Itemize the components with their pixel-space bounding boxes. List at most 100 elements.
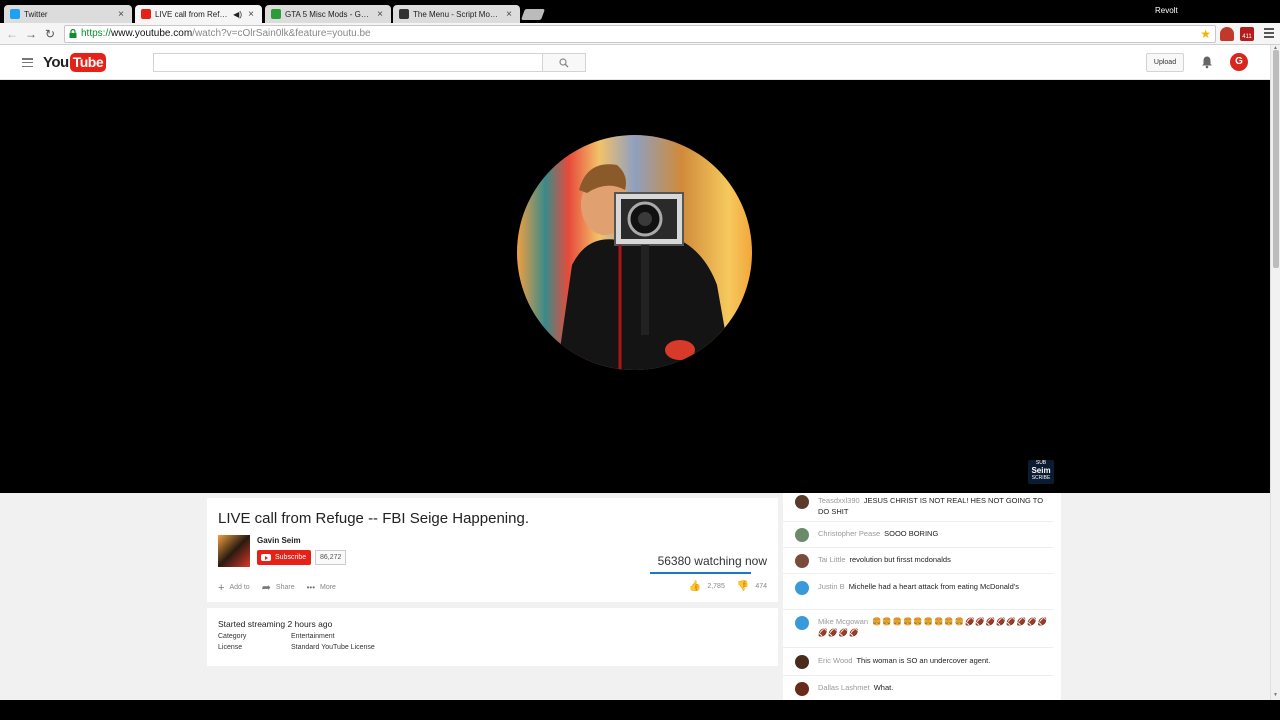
metadata-value[interactable]: Entertainment (291, 633, 335, 640)
chat-message: Eric Wood This woman is SO an undercover … (795, 655, 1055, 669)
tab-gta5mods[interactable]: GTA 5 Misc Mods - GTA5- × (265, 5, 391, 23)
extension-badge-icon[interactable]: 411 (1240, 27, 1254, 41)
chat-avatar[interactable] (795, 581, 809, 595)
scroll-down-icon[interactable]: ▼ (1273, 692, 1278, 698)
youtube-logo[interactable]: You Tube (43, 53, 107, 72)
chat-divider (783, 609, 1053, 610)
chat-avatar[interactable] (795, 616, 809, 630)
thumbs-down-icon[interactable]: 👎 (737, 581, 749, 592)
subscribe-button[interactable]: Subscribe (257, 550, 312, 565)
subscribe-label: Subscribe (275, 554, 307, 561)
metadata-value: Standard YouTube License (291, 644, 375, 651)
viewer-count-underline (650, 572, 751, 574)
profile-name[interactable]: Revolt (1155, 6, 1178, 15)
chat-text: What. (873, 683, 894, 692)
chat-message: Christopher Pease SOOO BORING (795, 528, 1055, 542)
chat-message: Tai Little revolution but firsst mcdonald… (795, 554, 1055, 568)
video-title: LIVE call from Refuge -- FBI Seige Happe… (218, 510, 529, 527)
chat-text: revolution but firsst mcdonalds (849, 555, 951, 564)
chat-author[interactable]: Teasdxxl390 (818, 496, 860, 505)
tab-title: The Menu - Script Modific (413, 9, 500, 19)
chat-message: Teasdxxl390 JESUS CHRIST IS NOT REAL! HES… (795, 495, 1055, 517)
chat-author[interactable]: Christopher Pease (818, 529, 880, 538)
new-tab-button[interactable] (520, 9, 546, 20)
chat-divider (783, 521, 1053, 522)
chat-avatar[interactable] (795, 655, 809, 669)
tab-youtube[interactable]: LIVE call from Refuge - ◀) × (135, 5, 262, 23)
chat-avatar[interactable] (795, 554, 809, 568)
guide-menu-icon[interactable] (22, 58, 33, 68)
tab-the-menu[interactable]: The Menu - Script Modific × (393, 5, 520, 23)
tab-title: LIVE call from Refuge - (155, 9, 232, 19)
share-icon: ➦ (261, 582, 271, 594)
bookmark-star-icon[interactable]: ★ (1200, 26, 1211, 42)
chat-author[interactable]: Tai Little (818, 555, 846, 564)
reload-button[interactable]: ↻ (42, 26, 58, 42)
tab-title: GTA 5 Misc Mods - GTA5- (285, 9, 371, 19)
dislike-count: 474 (755, 583, 767, 590)
browser-menu-icon[interactable] (1264, 28, 1274, 38)
chat-author[interactable]: Mike Mcgowan (818, 617, 868, 626)
browser-toolbar: ← → ↻ https://www.youtube.com/watch?v=cO… (0, 23, 1280, 45)
scrollbar-thumb[interactable] (1273, 50, 1279, 268)
chat-message: Justin B Michelle had a heart attack from… (795, 581, 1055, 595)
speaker-icon[interactable]: ◀) (233, 10, 242, 19)
add-to-button[interactable]: + Add to (218, 581, 250, 594)
share-label: Share (275, 584, 295, 591)
channel-name[interactable]: Gavin Seim (257, 536, 301, 545)
live-chat[interactable]: Teasdxxl390 JESUS CHRIST IS NOT REAL! HES… (783, 493, 1061, 700)
chat-avatar[interactable] (795, 495, 809, 509)
upload-button[interactable]: Upload (1146, 53, 1184, 72)
chat-message: Mike Mcgowan 🍔🍔🍔🍔🍔🍔🍔🍔🍔🏈🏈🏈🏈🏈🏈🏈🏈🏈🏈🏈🏈 (795, 616, 1055, 638)
logo-tube: Tube (69, 53, 107, 72)
notifications-bell-icon[interactable] (1200, 55, 1214, 69)
chat-avatar[interactable] (795, 682, 809, 696)
metadata-category: Category Entertainment (218, 633, 335, 640)
tab-twitter[interactable]: Twitter × (4, 5, 132, 23)
twitter-icon (10, 9, 20, 19)
chat-avatar[interactable] (795, 528, 809, 542)
video-player[interactable]: SUB Seim SCRIBE (0, 80, 1270, 493)
youtube-play-icon (261, 554, 271, 561)
channel-avatar[interactable] (218, 535, 250, 567)
close-icon[interactable]: × (246, 9, 256, 20)
user-avatar[interactable]: G (1230, 53, 1248, 71)
more-label: More (320, 584, 336, 591)
search-icon (559, 57, 569, 67)
search-button[interactable] (542, 53, 586, 72)
logo-you: You (43, 54, 69, 71)
live-viewer-count: 56380 watching now (657, 554, 767, 568)
forward-button[interactable]: → (23, 26, 39, 42)
bottom-black-bar (0, 700, 1280, 720)
video-description: Started streaming 2 hours ago Category En… (207, 608, 778, 666)
subscribe-watermark[interactable]: SUB Seim SCRIBE (1028, 460, 1054, 484)
stream-start-time: Started streaming 2 hours ago (218, 619, 333, 629)
metadata-license: License Standard YouTube License (218, 644, 375, 651)
add-to-label: Add to (229, 584, 250, 591)
close-icon[interactable]: × (504, 9, 514, 20)
browser-window: Twitter × LIVE call from Refuge - ◀) × G… (0, 0, 1280, 720)
close-icon[interactable]: × (375, 9, 385, 20)
photographer-with-camera-image (557, 164, 732, 370)
chat-message: Dallas Lashmet What. (795, 682, 1055, 696)
page-scrollbar[interactable]: ▲ ▼ (1270, 45, 1280, 700)
more-button[interactable]: ••• More (307, 581, 336, 594)
chat-author[interactable]: Dallas Lashmet (818, 683, 870, 692)
extension-icon[interactable] (1220, 27, 1234, 41)
share-button[interactable]: ➦ Share (262, 581, 295, 594)
thumbs-up-icon[interactable]: 👍 (689, 581, 701, 592)
search-input[interactable] (153, 53, 543, 72)
video-info-card: LIVE call from Refuge -- FBI Seige Happe… (207, 498, 778, 602)
chat-author[interactable]: Eric Wood (818, 656, 852, 665)
metadata-key: License (218, 644, 243, 651)
chat-divider (783, 675, 1053, 676)
back-button[interactable]: ← (4, 26, 20, 42)
script-icon (399, 9, 409, 19)
channel-profile-image (517, 135, 752, 370)
gta5mods-icon (271, 9, 281, 19)
address-bar[interactable]: https://www.youtube.com/watch?v=cOlrSain… (64, 25, 1216, 43)
youtube-icon (141, 9, 151, 19)
chat-author[interactable]: Justin B (818, 582, 845, 591)
like-dislike-bar: 👍 2,785 👎 474 (689, 581, 767, 592)
close-icon[interactable]: × (116, 9, 126, 20)
